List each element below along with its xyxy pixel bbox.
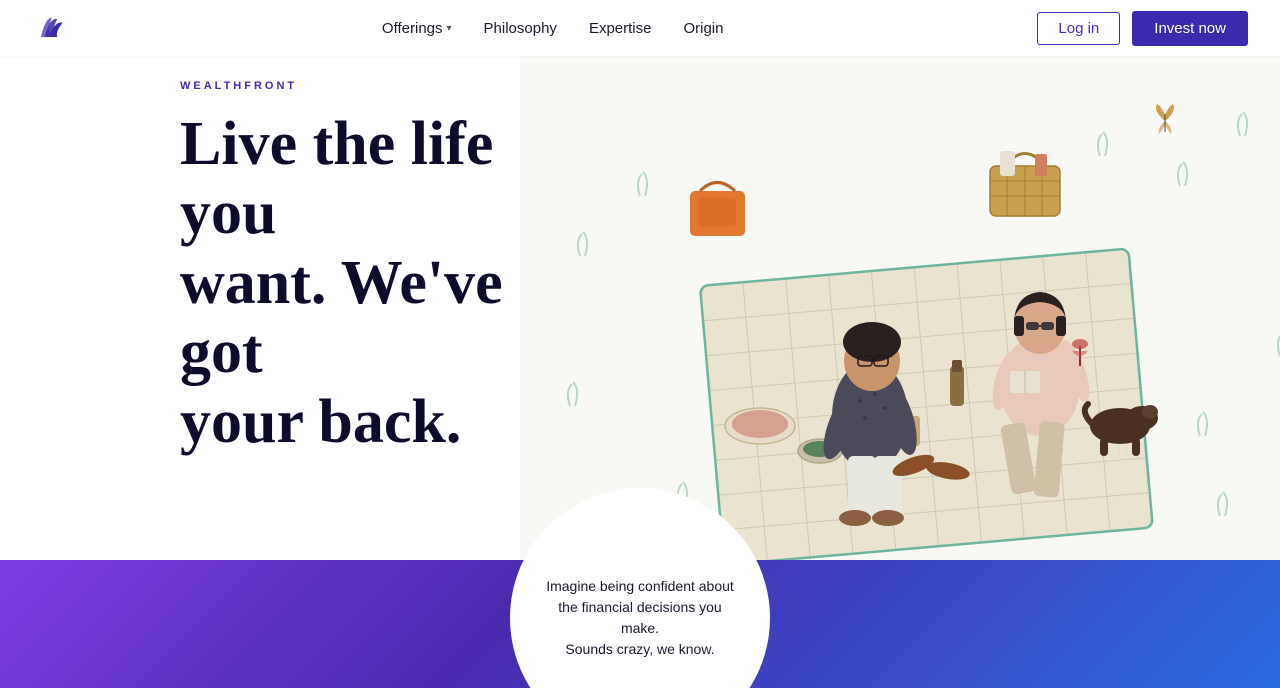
login-button[interactable]: Log in	[1037, 12, 1120, 45]
nav-expertise[interactable]: Expertise	[589, 20, 652, 37]
invest-button[interactable]: Invest now	[1132, 11, 1248, 46]
nav-actions: Log in Invest now	[1037, 11, 1248, 46]
card-text-2: Sounds crazy, we know.	[565, 639, 714, 660]
chevron-down-icon: ▾	[447, 23, 452, 34]
nav-philosophy[interactable]: Philosophy	[484, 20, 557, 37]
logo[interactable]	[32, 10, 68, 46]
hero-heading: Live the life you want. We've got your b…	[180, 110, 600, 457]
hero-section: WEALTHFRONT Live the life you want. We'v…	[0, 0, 1280, 688]
nav-links: Offerings ▾ Philosophy Expertise Origin	[382, 20, 724, 37]
nav-origin[interactable]: Origin	[683, 20, 723, 37]
hero-content: WEALTHFRONT Live the life you want. We'v…	[180, 80, 600, 457]
logo-icon	[32, 10, 68, 46]
nav-offerings[interactable]: Offerings ▾	[382, 20, 452, 37]
brand-label: WEALTHFRONT	[180, 80, 600, 92]
navbar: Offerings ▾ Philosophy Expertise Origin …	[0, 0, 1280, 56]
card-text-1: Imagine being confident about the financ…	[540, 576, 740, 639]
